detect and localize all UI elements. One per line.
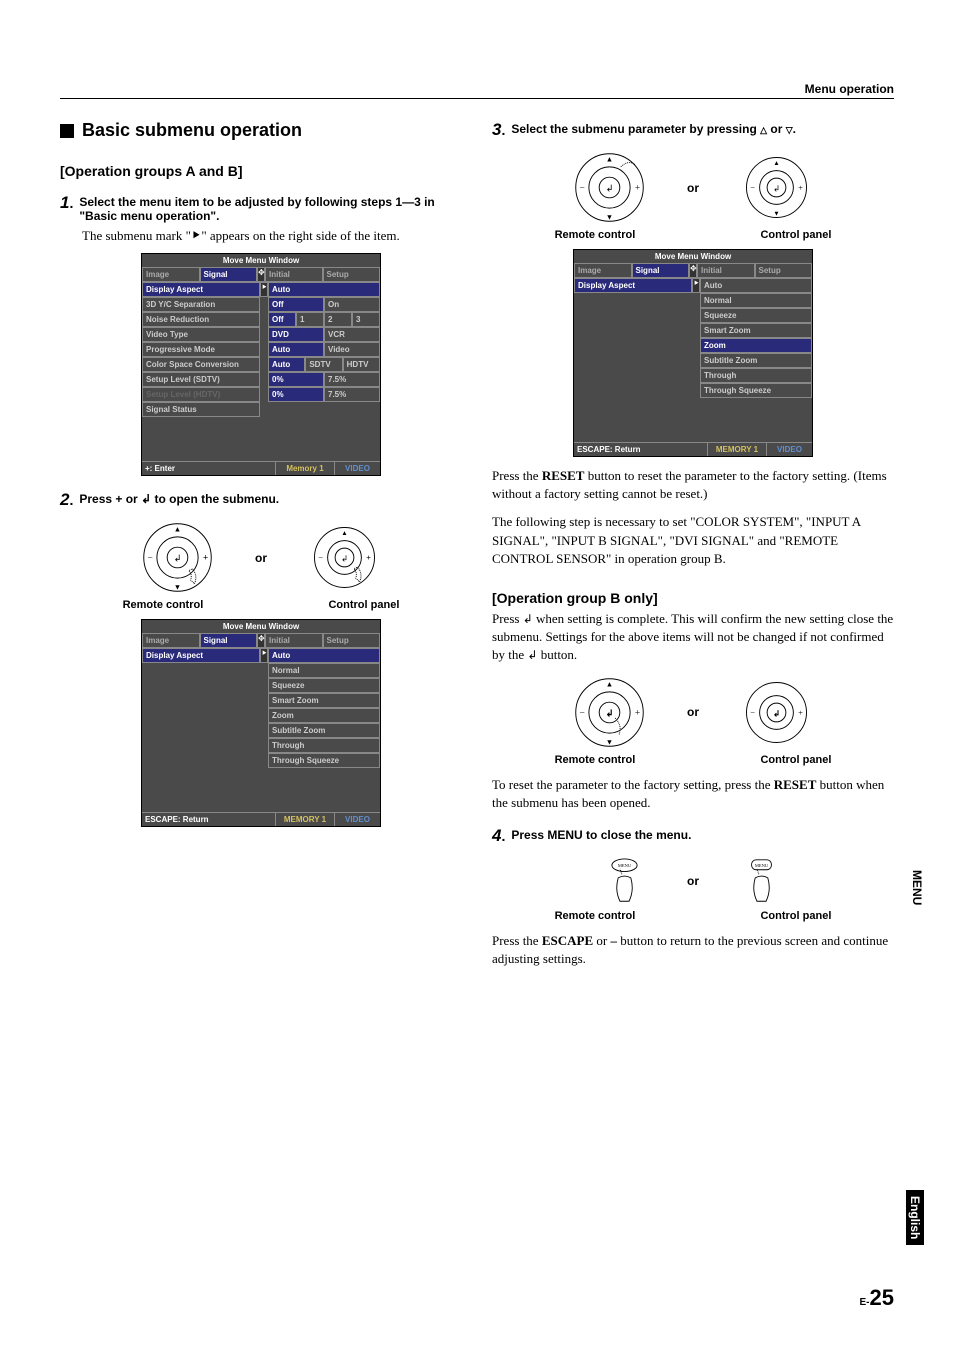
- enter-icon-3: ↲: [527, 648, 537, 662]
- svg-text:−: −: [148, 554, 153, 564]
- svg-text:↲: ↲: [341, 553, 348, 563]
- remote-menu-button-icon: MENU: [602, 856, 647, 906]
- menu-window-2: Move Menu WindowImageSignal✥InitialSetup…: [141, 619, 381, 827]
- svg-text:▼: ▼: [174, 583, 181, 592]
- panel-dpad-icon: ▲ − + ↲: [307, 520, 382, 595]
- group-b-heading: [Operation group B only]: [492, 590, 894, 606]
- svg-text:▼: ▼: [606, 737, 613, 746]
- or-label-3: or: [687, 705, 699, 719]
- or-label-2: or: [687, 181, 699, 195]
- menu-window-1: Move Menu WindowImageSignal✥InitialSetup…: [141, 253, 381, 476]
- step-1-body: The submenu mark "⯈" appears on the righ…: [82, 227, 462, 245]
- svg-text:▲: ▲: [606, 154, 613, 163]
- header-divider: [60, 98, 894, 99]
- group-a-b-heading: [Operation groups A and B]: [60, 163, 462, 179]
- or-label: or: [255, 551, 267, 565]
- svg-text:▲: ▲: [606, 679, 613, 688]
- svg-text:▼: ▼: [773, 211, 779, 218]
- step-2-text: Press + or ↲ to open the submenu.: [79, 490, 279, 510]
- side-tab-english: English: [906, 1190, 924, 1245]
- remote-dpad-icon: ▲ ▼ − + ↲: [140, 520, 215, 595]
- remote-dpad-icon-3: ▲ ▼ − + ↲: [572, 675, 647, 750]
- control-illustration-row-3: ▲ ▼ − + ↲ or − + ↲: [492, 675, 894, 750]
- panel-dpad-icon-2: ▲ ▼ − + ↲: [739, 150, 814, 225]
- step-4-text: Press MENU to close the menu.: [511, 826, 691, 846]
- control-labels-4: Remote controlControl panel: [492, 910, 894, 922]
- down-triangle-icon: ▽: [786, 125, 793, 135]
- step-2: 2. Press + or ↲ to open the submenu.: [60, 490, 462, 510]
- control-labels-2: Remote controlControl panel: [492, 229, 894, 241]
- svg-text:−: −: [580, 708, 585, 718]
- group-b-body: Press ↲ when setting is complete. This w…: [492, 610, 894, 665]
- svg-text:▲: ▲: [174, 524, 181, 533]
- svg-text:↲: ↲: [606, 709, 614, 719]
- side-tab-menu: MENU: [910, 870, 924, 905]
- or-label-4: or: [687, 874, 699, 888]
- svg-text:−: −: [318, 553, 323, 563]
- enter-icon-2: ↲: [523, 612, 533, 626]
- svg-text:+: +: [366, 553, 371, 563]
- step-3-text: Select the submenu parameter by pressing…: [511, 120, 796, 140]
- panel-dpad-icon-3: − + ↲: [739, 675, 814, 750]
- up-triangle-icon: △: [760, 125, 767, 135]
- reset-note-2: To reset the parameter to the factory se…: [492, 776, 894, 812]
- step-3: 3. Select the submenu parameter by press…: [492, 120, 894, 140]
- svg-text:MENU: MENU: [618, 863, 632, 868]
- right-column: 3. Select the submenu parameter by press…: [492, 120, 894, 968]
- svg-text:↲: ↲: [773, 708, 780, 718]
- svg-text:+: +: [798, 182, 803, 192]
- header-title: Menu operation: [805, 82, 894, 96]
- panel-menu-button-icon: MENU: [739, 856, 784, 906]
- svg-text:+: +: [203, 554, 208, 564]
- left-column: Basic submenu operation [Operation group…: [60, 120, 462, 968]
- control-illustration-row-2: ▲ ▼ − + ↲ or ▲ ▼ − + ↲: [492, 150, 894, 225]
- step-4: 4. Press MENU to close the menu.: [492, 826, 894, 846]
- enter-icon: ↲: [141, 492, 151, 506]
- svg-text:▲: ▲: [773, 160, 779, 167]
- square-bullet-icon: [60, 124, 74, 138]
- svg-text:+: +: [635, 183, 640, 193]
- svg-text:−: −: [750, 707, 755, 717]
- svg-text:▼: ▼: [606, 212, 613, 221]
- page-number: E-25: [860, 1285, 894, 1311]
- step-1-text: Select the menu item to be adjusted by f…: [79, 193, 462, 223]
- group-b-note: The following step is necessary to set "…: [492, 513, 894, 568]
- heading-text: Basic submenu operation: [82, 120, 302, 141]
- svg-text:MENU: MENU: [755, 863, 769, 868]
- section-heading: Basic submenu operation: [60, 120, 462, 141]
- step-1: 1. Select the menu item to be adjusted b…: [60, 193, 462, 223]
- reset-note: Press the RESET button to reset the para…: [492, 467, 894, 503]
- control-illustration-row-4: MENU or MENU: [492, 856, 894, 906]
- control-illustration-row-1: ▲ ▼ − + ↲ or ▲ − + ↲: [60, 520, 462, 595]
- svg-text:+: +: [635, 708, 640, 718]
- remote-dpad-icon-2: ▲ ▼ − + ↲: [572, 150, 647, 225]
- menu-window-3: Move Menu WindowImageSignal✥InitialSetup…: [573, 249, 813, 457]
- svg-text:−: −: [580, 183, 585, 193]
- svg-text:↲: ↲: [773, 183, 780, 193]
- svg-text:▲: ▲: [341, 530, 347, 537]
- control-labels-1: Remote controlControl panel: [60, 599, 462, 611]
- control-labels-3: Remote controlControl panel: [492, 754, 894, 766]
- escape-note: Press the ESCAPE or – button to return t…: [492, 932, 894, 968]
- svg-text:−: −: [750, 182, 755, 192]
- svg-text:+: +: [798, 707, 803, 717]
- svg-text:↲: ↲: [174, 554, 182, 564]
- svg-text:↲: ↲: [606, 184, 614, 194]
